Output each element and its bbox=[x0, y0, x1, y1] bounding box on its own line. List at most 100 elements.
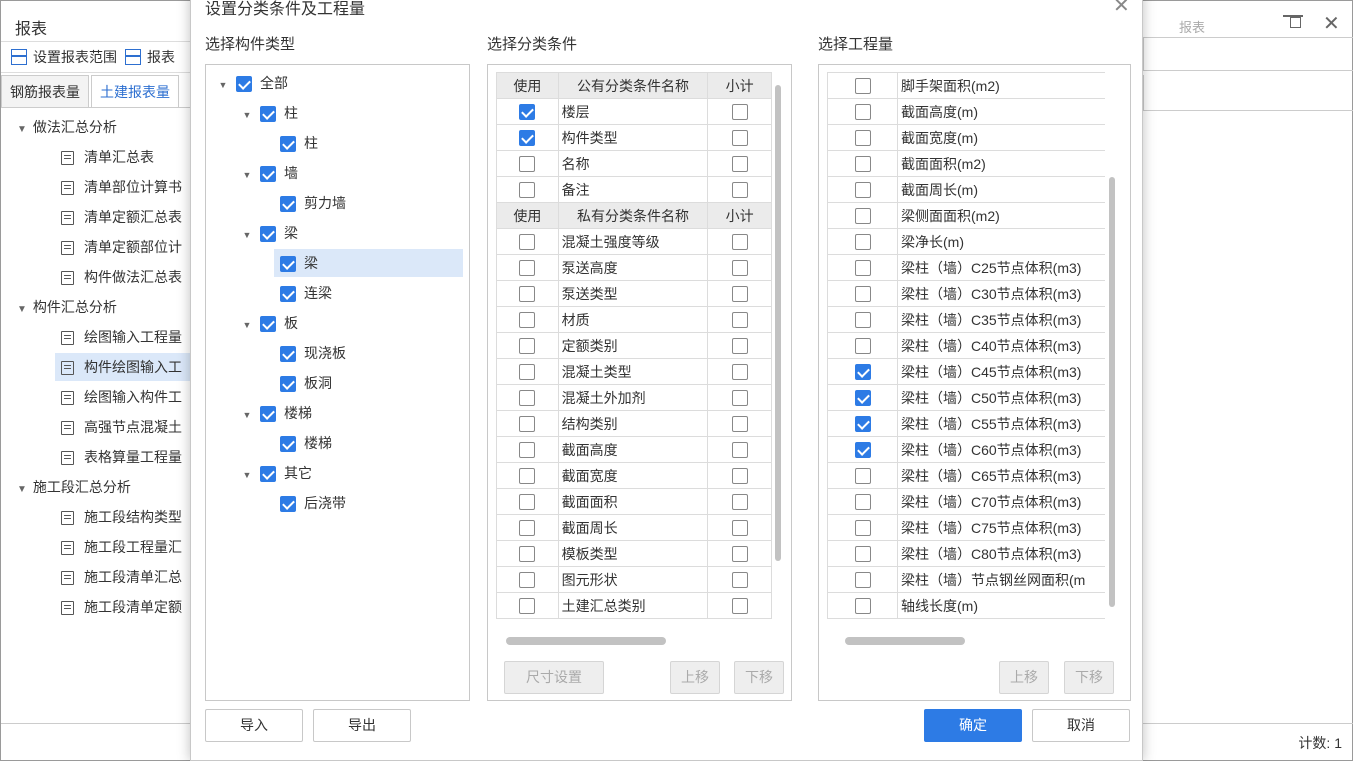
quantity-row[interactable]: 脚手架面积(m2) bbox=[827, 72, 1105, 99]
quantity-check-cell[interactable] bbox=[827, 566, 898, 593]
component-tree-node[interactable]: ▼ 其它 bbox=[240, 459, 312, 487]
quantity-vscroll[interactable] bbox=[1109, 177, 1115, 607]
quantity-check-cell[interactable] bbox=[827, 72, 898, 99]
quantity-checkbox[interactable] bbox=[854, 546, 871, 563]
component-checkbox[interactable] bbox=[280, 286, 296, 303]
use-checkbox[interactable] bbox=[519, 442, 536, 459]
component-tree-node[interactable]: 剪力墙 bbox=[280, 189, 346, 217]
subtotal-cell[interactable] bbox=[707, 150, 772, 177]
use-cell[interactable] bbox=[496, 332, 559, 359]
quantity-checkbox[interactable] bbox=[854, 78, 871, 95]
component-tree-node[interactable]: ▼ 板 bbox=[240, 309, 298, 337]
quantity-row[interactable]: 梁柱（墙）C25节点体积(m3) bbox=[827, 254, 1105, 281]
use-checkbox[interactable] bbox=[519, 104, 536, 121]
expand-arrow-icon[interactable]: ▼ bbox=[15, 296, 29, 324]
tree-report-item[interactable]: 清单汇总表 bbox=[55, 143, 192, 171]
component-tree-node[interactable]: 梁 bbox=[274, 249, 463, 277]
subtotal-cell[interactable] bbox=[707, 124, 772, 151]
condition-row[interactable]: 截面高度 bbox=[496, 436, 772, 463]
condition-row[interactable]: 泵送类型 bbox=[496, 280, 772, 307]
subtotal-checkbox[interactable] bbox=[731, 442, 748, 459]
quantity-check-cell[interactable] bbox=[827, 488, 898, 515]
quantity-row[interactable]: 梁柱（墙）C50节点体积(m3) bbox=[827, 384, 1105, 411]
quantity-checkbox[interactable] bbox=[854, 468, 871, 485]
component-tree-node[interactable]: 板洞 bbox=[280, 369, 332, 397]
use-checkbox[interactable] bbox=[519, 416, 536, 433]
quantity-checkbox[interactable] bbox=[854, 234, 871, 251]
component-tree-node[interactable]: ▼ 墙 bbox=[240, 159, 298, 187]
use-cell[interactable] bbox=[496, 358, 559, 385]
subtotal-cell[interactable] bbox=[707, 566, 772, 593]
tree-report-item[interactable]: 清单部位计算书 bbox=[55, 173, 192, 201]
subtotal-checkbox[interactable] bbox=[731, 182, 748, 199]
quantity-check-cell[interactable] bbox=[827, 592, 898, 619]
tab-rebar-report[interactable]: 钢筋报表量 bbox=[1, 75, 89, 107]
quantity-checkbox[interactable] bbox=[854, 520, 871, 537]
ok-button[interactable]: 确定 bbox=[924, 709, 1022, 742]
subtotal-cell[interactable] bbox=[707, 488, 772, 515]
tree-report-item[interactable]: 绘图输入工程量 bbox=[55, 323, 192, 351]
expand-arrow-icon[interactable]: ▼ bbox=[216, 71, 230, 99]
quantity-check-cell[interactable] bbox=[827, 514, 898, 541]
quantity-checkbox[interactable] bbox=[854, 130, 871, 147]
subtotal-cell[interactable] bbox=[707, 228, 772, 255]
subtotal-cell[interactable] bbox=[707, 306, 772, 333]
subtotal-checkbox[interactable] bbox=[731, 234, 748, 251]
quantity-row[interactable]: 截面宽度(m) bbox=[827, 124, 1105, 151]
use-cell[interactable] bbox=[496, 124, 559, 151]
tree-group[interactable]: ▼ 构件汇总分析 bbox=[15, 293, 192, 324]
condition-hscroll[interactable] bbox=[506, 637, 666, 645]
use-checkbox[interactable] bbox=[519, 312, 536, 329]
component-checkbox[interactable] bbox=[260, 466, 276, 483]
quantity-checkbox[interactable] bbox=[854, 416, 871, 433]
expand-arrow-icon[interactable]: ▼ bbox=[240, 461, 254, 489]
tab-civil-report[interactable]: 土建报表量 bbox=[91, 75, 179, 107]
subtotal-cell[interactable] bbox=[707, 280, 772, 307]
component-tree-node[interactable]: ▼ 梁 bbox=[240, 219, 298, 247]
condition-row[interactable]: 截面宽度 bbox=[496, 462, 772, 489]
condition-move-down-button[interactable]: 下移 bbox=[734, 661, 784, 694]
use-cell[interactable] bbox=[496, 306, 559, 333]
subtotal-checkbox[interactable] bbox=[731, 130, 748, 147]
component-tree-node[interactable]: 后浇带 bbox=[280, 489, 346, 517]
subtotal-checkbox[interactable] bbox=[731, 468, 748, 485]
quantity-row[interactable]: 梁柱（墙）C40节点体积(m3) bbox=[827, 332, 1105, 359]
component-checkbox[interactable] bbox=[280, 136, 296, 153]
component-checkbox[interactable] bbox=[280, 346, 296, 363]
quantity-check-cell[interactable] bbox=[827, 280, 898, 307]
subtotal-cell[interactable] bbox=[707, 254, 772, 281]
tree-group[interactable]: ▼ 施工段汇总分析 bbox=[15, 473, 192, 501]
quantity-row[interactable]: 梁柱（墙）C35节点体积(m3) bbox=[827, 306, 1105, 333]
expand-arrow-icon[interactable]: ▼ bbox=[15, 116, 29, 144]
use-cell[interactable] bbox=[496, 410, 559, 437]
quantity-row[interactable]: 梁柱（墙）C60节点体积(m3) bbox=[827, 436, 1105, 463]
component-checkbox[interactable] bbox=[260, 166, 276, 183]
condition-row[interactable]: 泵送高度 bbox=[496, 254, 772, 281]
component-checkbox[interactable] bbox=[260, 106, 276, 123]
subtotal-cell[interactable] bbox=[707, 410, 772, 437]
quantity-checkbox[interactable] bbox=[854, 572, 871, 589]
use-cell[interactable] bbox=[496, 592, 559, 619]
tree-report-item[interactable]: 构件绘图输入工 bbox=[55, 353, 192, 381]
use-cell[interactable] bbox=[496, 540, 559, 567]
quantity-check-cell[interactable] bbox=[827, 540, 898, 567]
quantity-row[interactable]: 梁柱（墙）C30节点体积(m3) bbox=[827, 280, 1105, 307]
quantity-check-cell[interactable] bbox=[827, 410, 898, 437]
tree-report-item[interactable]: 施工段清单定额 bbox=[55, 593, 192, 621]
tree-report-item[interactable]: 构件做法汇总表 bbox=[55, 263, 192, 291]
use-checkbox[interactable] bbox=[519, 468, 536, 485]
quantity-checkbox[interactable] bbox=[854, 494, 871, 511]
condition-row[interactable]: 构件类型 bbox=[496, 124, 772, 151]
quantity-check-cell[interactable] bbox=[827, 150, 898, 177]
component-tree-node[interactable]: ▼ 楼梯 bbox=[240, 399, 312, 427]
expand-arrow-icon[interactable]: ▼ bbox=[240, 311, 254, 339]
quantity-row[interactable]: 梁净长(m) bbox=[827, 228, 1105, 255]
use-checkbox[interactable] bbox=[519, 598, 536, 615]
use-cell[interactable] bbox=[496, 566, 559, 593]
quantity-checkbox[interactable] bbox=[854, 260, 871, 277]
condition-row[interactable]: 图元形状 bbox=[496, 566, 772, 593]
quantity-checkbox[interactable] bbox=[854, 104, 871, 121]
use-checkbox[interactable] bbox=[519, 156, 536, 173]
condition-row[interactable]: 楼层 bbox=[496, 98, 772, 125]
quantity-row[interactable]: 梁柱（墙）C75节点体积(m3) bbox=[827, 514, 1105, 541]
